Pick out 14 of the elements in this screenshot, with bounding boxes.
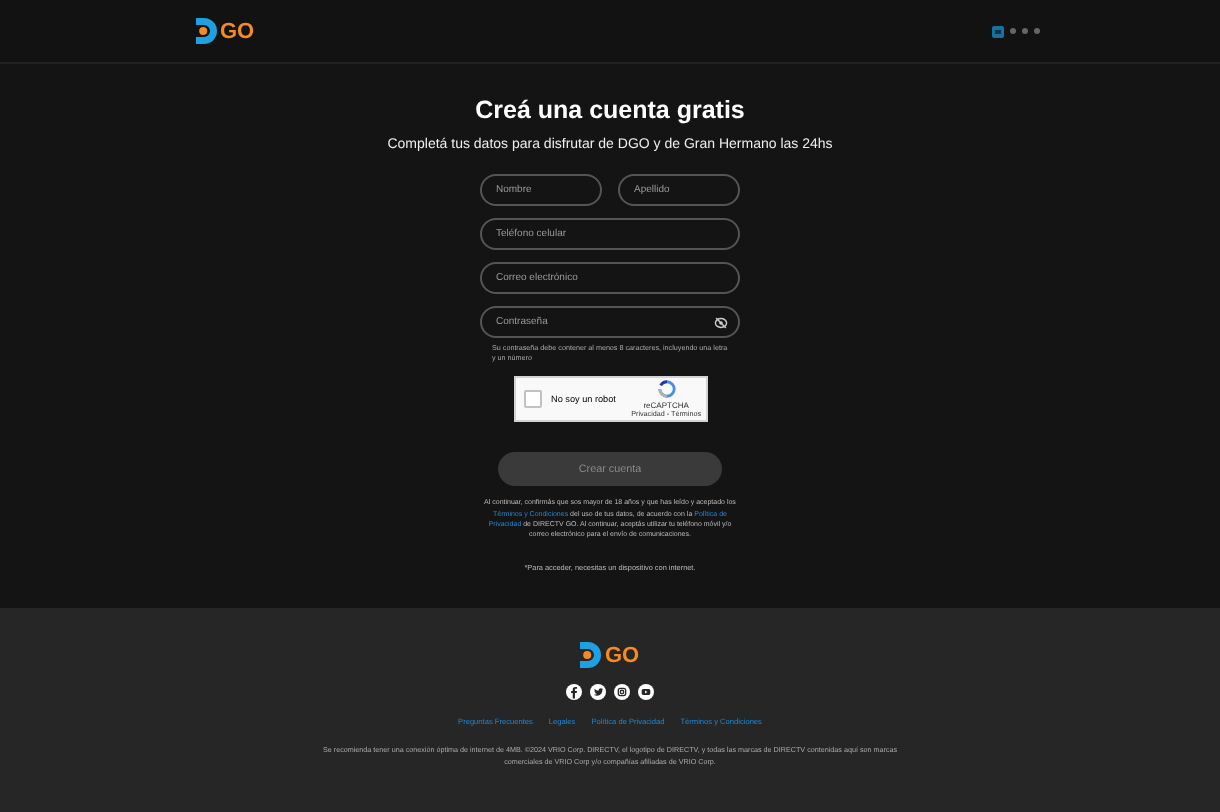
profile-icon[interactable]: [992, 25, 1004, 37]
captcha-checkbox[interactable]: [523, 390, 541, 409]
logo-text: GO: [220, 19, 255, 43]
page-title: Creá una cuenta gratis: [475, 96, 745, 124]
twitter-icon[interactable]: [590, 684, 606, 700]
instagram-icon[interactable]: [614, 684, 630, 700]
menu-icon[interactable]: [1010, 28, 1040, 34]
logo-text: GO: [604, 643, 640, 667]
logo-icon: [580, 642, 603, 668]
logo-icon: [196, 18, 218, 44]
facebook-icon[interactable]: [566, 684, 582, 700]
recaptcha-icon: [657, 380, 676, 399]
eye-off-icon[interactable]: [714, 315, 728, 329]
youtube-icon[interactable]: [638, 684, 654, 700]
